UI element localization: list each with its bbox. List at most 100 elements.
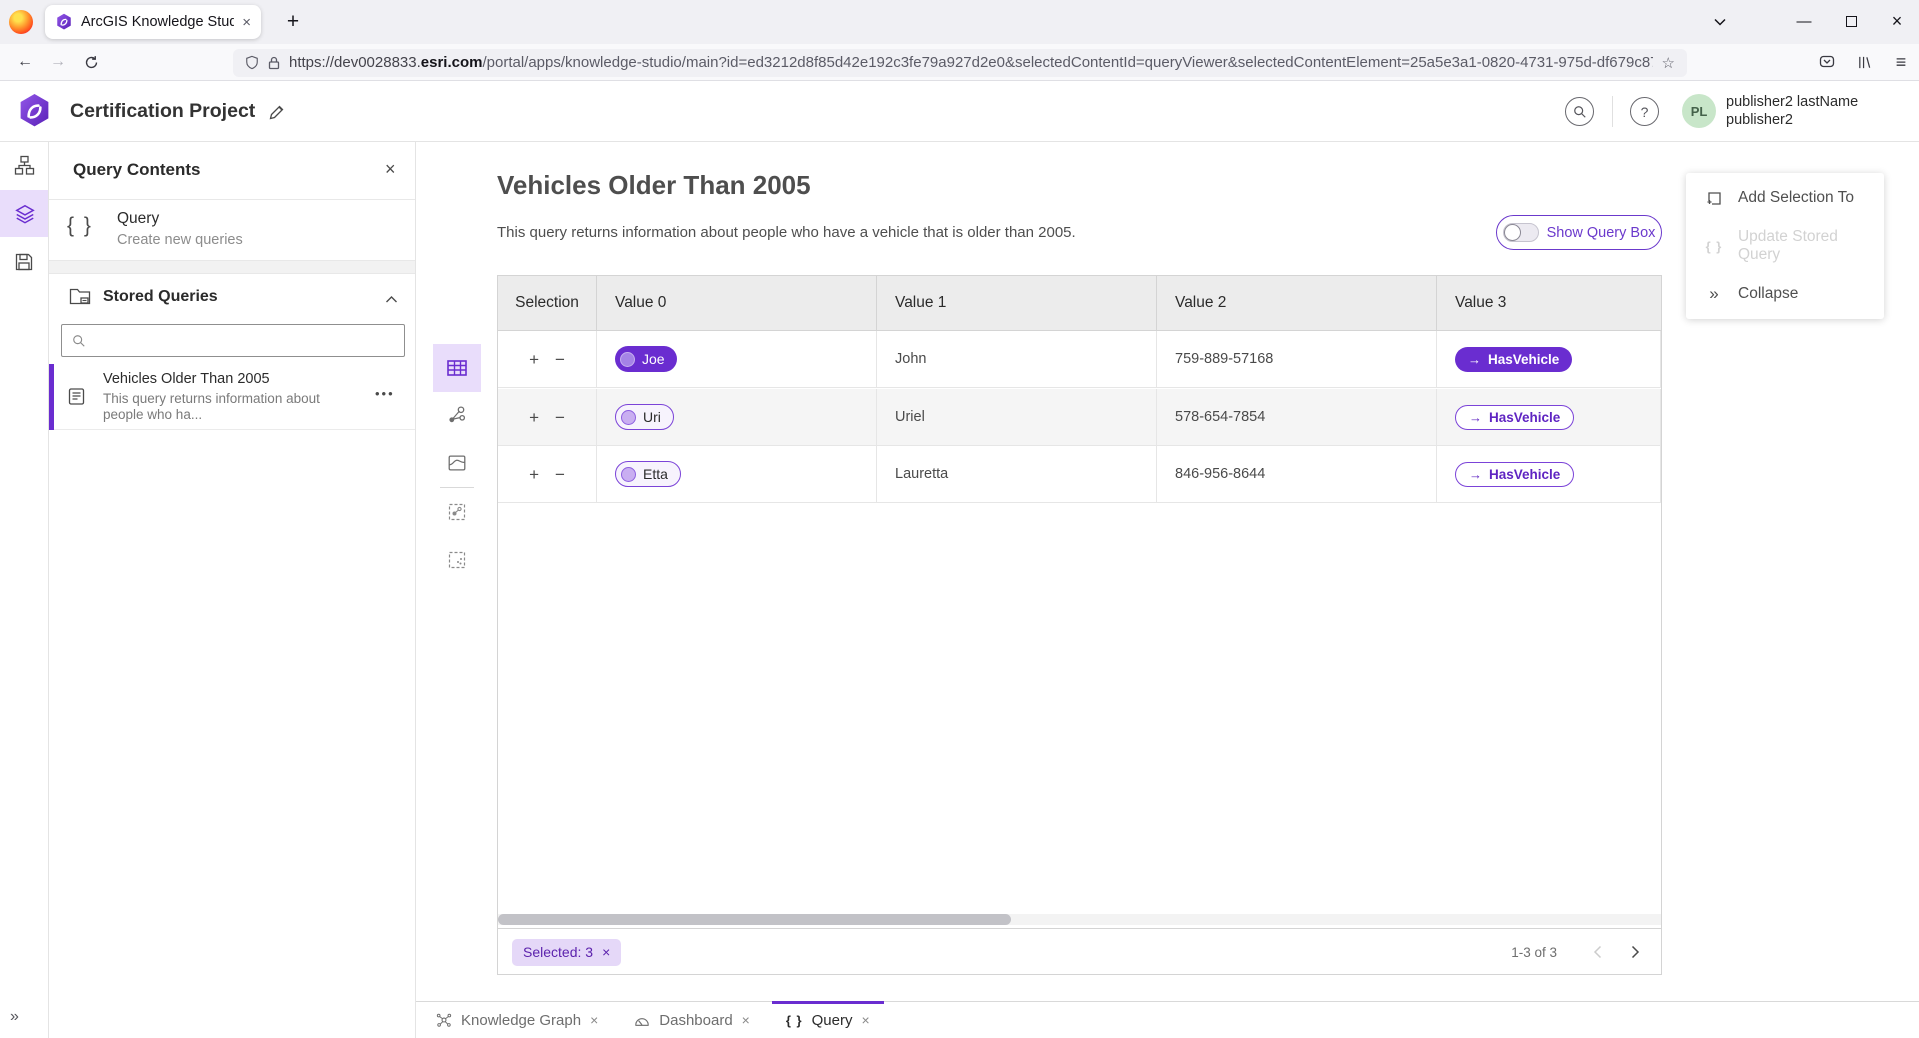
window-minimize-button[interactable]: — (1781, 0, 1827, 42)
add-selection-icon (1704, 190, 1724, 207)
window-maximize-button[interactable] (1828, 0, 1874, 42)
tracking-shield-icon[interactable] (245, 55, 259, 70)
next-page-icon[interactable] (1623, 940, 1647, 964)
more-options-icon[interactable]: ••• (375, 386, 395, 401)
forward-button[interactable]: → (43, 47, 73, 77)
tab-query[interactable]: { } Query × (772, 1002, 884, 1038)
panel-close-icon[interactable]: × (385, 159, 396, 180)
user-name[interactable]: publisher2 lastName publisher2 (1726, 93, 1858, 129)
data-model-sitemap-icon[interactable] (14, 155, 35, 176)
selection-tools-icon[interactable] (445, 548, 469, 572)
arrow-right-icon: → (1469, 467, 1482, 482)
arcgis-knowledge-logo-icon (16, 91, 53, 136)
tab-close-icon[interactable]: × (742, 1012, 750, 1028)
stored-queries-search[interactable] (61, 324, 405, 357)
list-all-tabs-icon[interactable] (1700, 8, 1740, 36)
query-item-title: Query (117, 210, 159, 228)
relationship-pill[interactable]: →HasVehicle (1455, 347, 1572, 372)
table-row: +− Etta Lauretta 846-956-8644 →HasVehicl… (498, 446, 1661, 503)
expand-rail-icon[interactable]: » (10, 1008, 19, 1026)
add-to-selection-button[interactable]: + (529, 466, 539, 483)
braces-icon: { } (67, 214, 93, 238)
arrow-right-icon: → (1468, 352, 1481, 367)
stored-queries-title: Stored Queries (103, 288, 218, 306)
lock-icon[interactable] (268, 56, 280, 70)
relationship-pill[interactable]: →HasVehicle (1455, 462, 1574, 487)
menu-item-add-selection-to[interactable]: Add Selection To (1686, 174, 1884, 222)
selection-context-menu: Add Selection To { } Update Stored Query… (1686, 173, 1884, 319)
bookmark-star-icon[interactable]: ☆ (1662, 54, 1675, 72)
help-button[interactable]: ? (1630, 97, 1659, 126)
menu-item-update-stored-query[interactable]: { } Update Stored Query (1686, 222, 1884, 270)
window-close-button[interactable]: × (1875, 0, 1919, 42)
scrollbar-thumb[interactable] (498, 914, 1011, 925)
search-button[interactable] (1565, 97, 1594, 126)
column-header-value0: Value 0 (597, 276, 877, 330)
reload-button[interactable] (76, 47, 106, 77)
show-query-box-toggle[interactable]: Show Query Box (1496, 215, 1662, 250)
clear-selection-icon[interactable]: × (602, 944, 610, 960)
edit-title-icon[interactable] (266, 101, 288, 123)
header-divider (1612, 96, 1613, 127)
pocket-icon[interactable] (1812, 47, 1842, 77)
entity-pill[interactable]: Uri (615, 404, 674, 430)
pagination-range: 1-3 of 3 (1511, 945, 1557, 960)
question-icon: ? (1641, 104, 1649, 120)
link-chart-icon[interactable] (445, 403, 469, 427)
cell-value2: 846-956-8644 (1157, 446, 1437, 502)
add-to-selection-button[interactable]: + (529, 351, 539, 368)
cell-value2: 578-654-7854 (1157, 389, 1437, 445)
stored-queries-header[interactable]: Stored Queries (49, 274, 415, 322)
menu-item-collapse[interactable]: » Collapse (1686, 270, 1884, 318)
back-button[interactable]: ← (10, 47, 40, 77)
save-icon[interactable] (14, 252, 35, 273)
tab-knowledge-graph[interactable]: Knowledge Graph × (422, 1002, 612, 1038)
remove-from-selection-button[interactable]: − (555, 351, 565, 368)
tab-close-icon[interactable]: × (590, 1012, 598, 1028)
entity-pill[interactable]: Joe (615, 346, 677, 372)
column-header-value1: Value 1 (877, 276, 1157, 330)
entity-dot-icon (621, 467, 636, 482)
previous-page-icon[interactable] (1585, 940, 1609, 964)
remove-from-selection-button[interactable]: − (555, 409, 565, 426)
selected-count-chip[interactable]: Selected: 3 × (512, 939, 621, 966)
tab-close-icon[interactable]: × (861, 1012, 869, 1028)
remove-from-selection-button[interactable]: − (555, 466, 565, 483)
query-contents-panel: Query Contents × { } Query Create new qu… (49, 142, 416, 1038)
cell-value1: John (877, 331, 1157, 387)
table-view-icon[interactable] (445, 356, 469, 380)
cell-value1: Lauretta (877, 446, 1157, 502)
toggle-switch[interactable] (1503, 223, 1539, 242)
tab-dashboard[interactable]: Dashboard × (620, 1002, 764, 1038)
url-text: https://dev0028833.esri.com/portal/apps/… (289, 54, 1653, 71)
content-tab-bar: Knowledge Graph × Dashboard × { } Query … (416, 1001, 1919, 1038)
query-create-item[interactable]: { } Query Create new queries (49, 200, 415, 260)
stored-query-doc-icon (67, 387, 86, 411)
panel-header: Query Contents × (49, 142, 415, 200)
horizontal-scrollbar[interactable] (498, 914, 1661, 925)
library-icon[interactable] (1849, 47, 1879, 77)
user-avatar[interactable]: PL (1682, 94, 1716, 128)
search-input[interactable] (94, 333, 394, 349)
firefox-logo-icon[interactable] (9, 10, 33, 34)
add-to-link-chart-icon[interactable] (445, 500, 469, 524)
show-query-box-label: Show Query Box (1547, 225, 1656, 241)
table-row: +− Joe John 759-889-57168 →HasVehicle (498, 331, 1661, 388)
menu-icon[interactable]: ≡ (1886, 47, 1916, 77)
map-view-icon[interactable] (445, 451, 469, 475)
new-tab-button[interactable]: + (279, 8, 307, 36)
layers-icon[interactable] (14, 203, 35, 224)
relationship-pill[interactable]: →HasVehicle (1455, 405, 1574, 430)
page-title: Vehicles Older Than 2005 (497, 170, 811, 201)
tab-close-icon[interactable]: × (242, 15, 251, 30)
entity-pill[interactable]: Etta (615, 461, 681, 487)
chevron-up-icon[interactable] (385, 291, 398, 309)
stored-query-description: This query returns information about peo… (103, 391, 327, 423)
stored-query-item[interactable]: Vehicles Older Than 2005 This query retu… (49, 364, 415, 430)
add-to-selection-button[interactable]: + (529, 409, 539, 426)
url-bar[interactable]: https://dev0028833.esri.com/portal/apps/… (233, 49, 1687, 77)
browser-tab[interactable]: ArcGIS Knowledge Studio × (45, 5, 261, 39)
column-header-selection: Selection (498, 276, 597, 330)
cell-value1: Uriel (877, 389, 1157, 445)
column-header-value3: Value 3 (1437, 276, 1661, 330)
